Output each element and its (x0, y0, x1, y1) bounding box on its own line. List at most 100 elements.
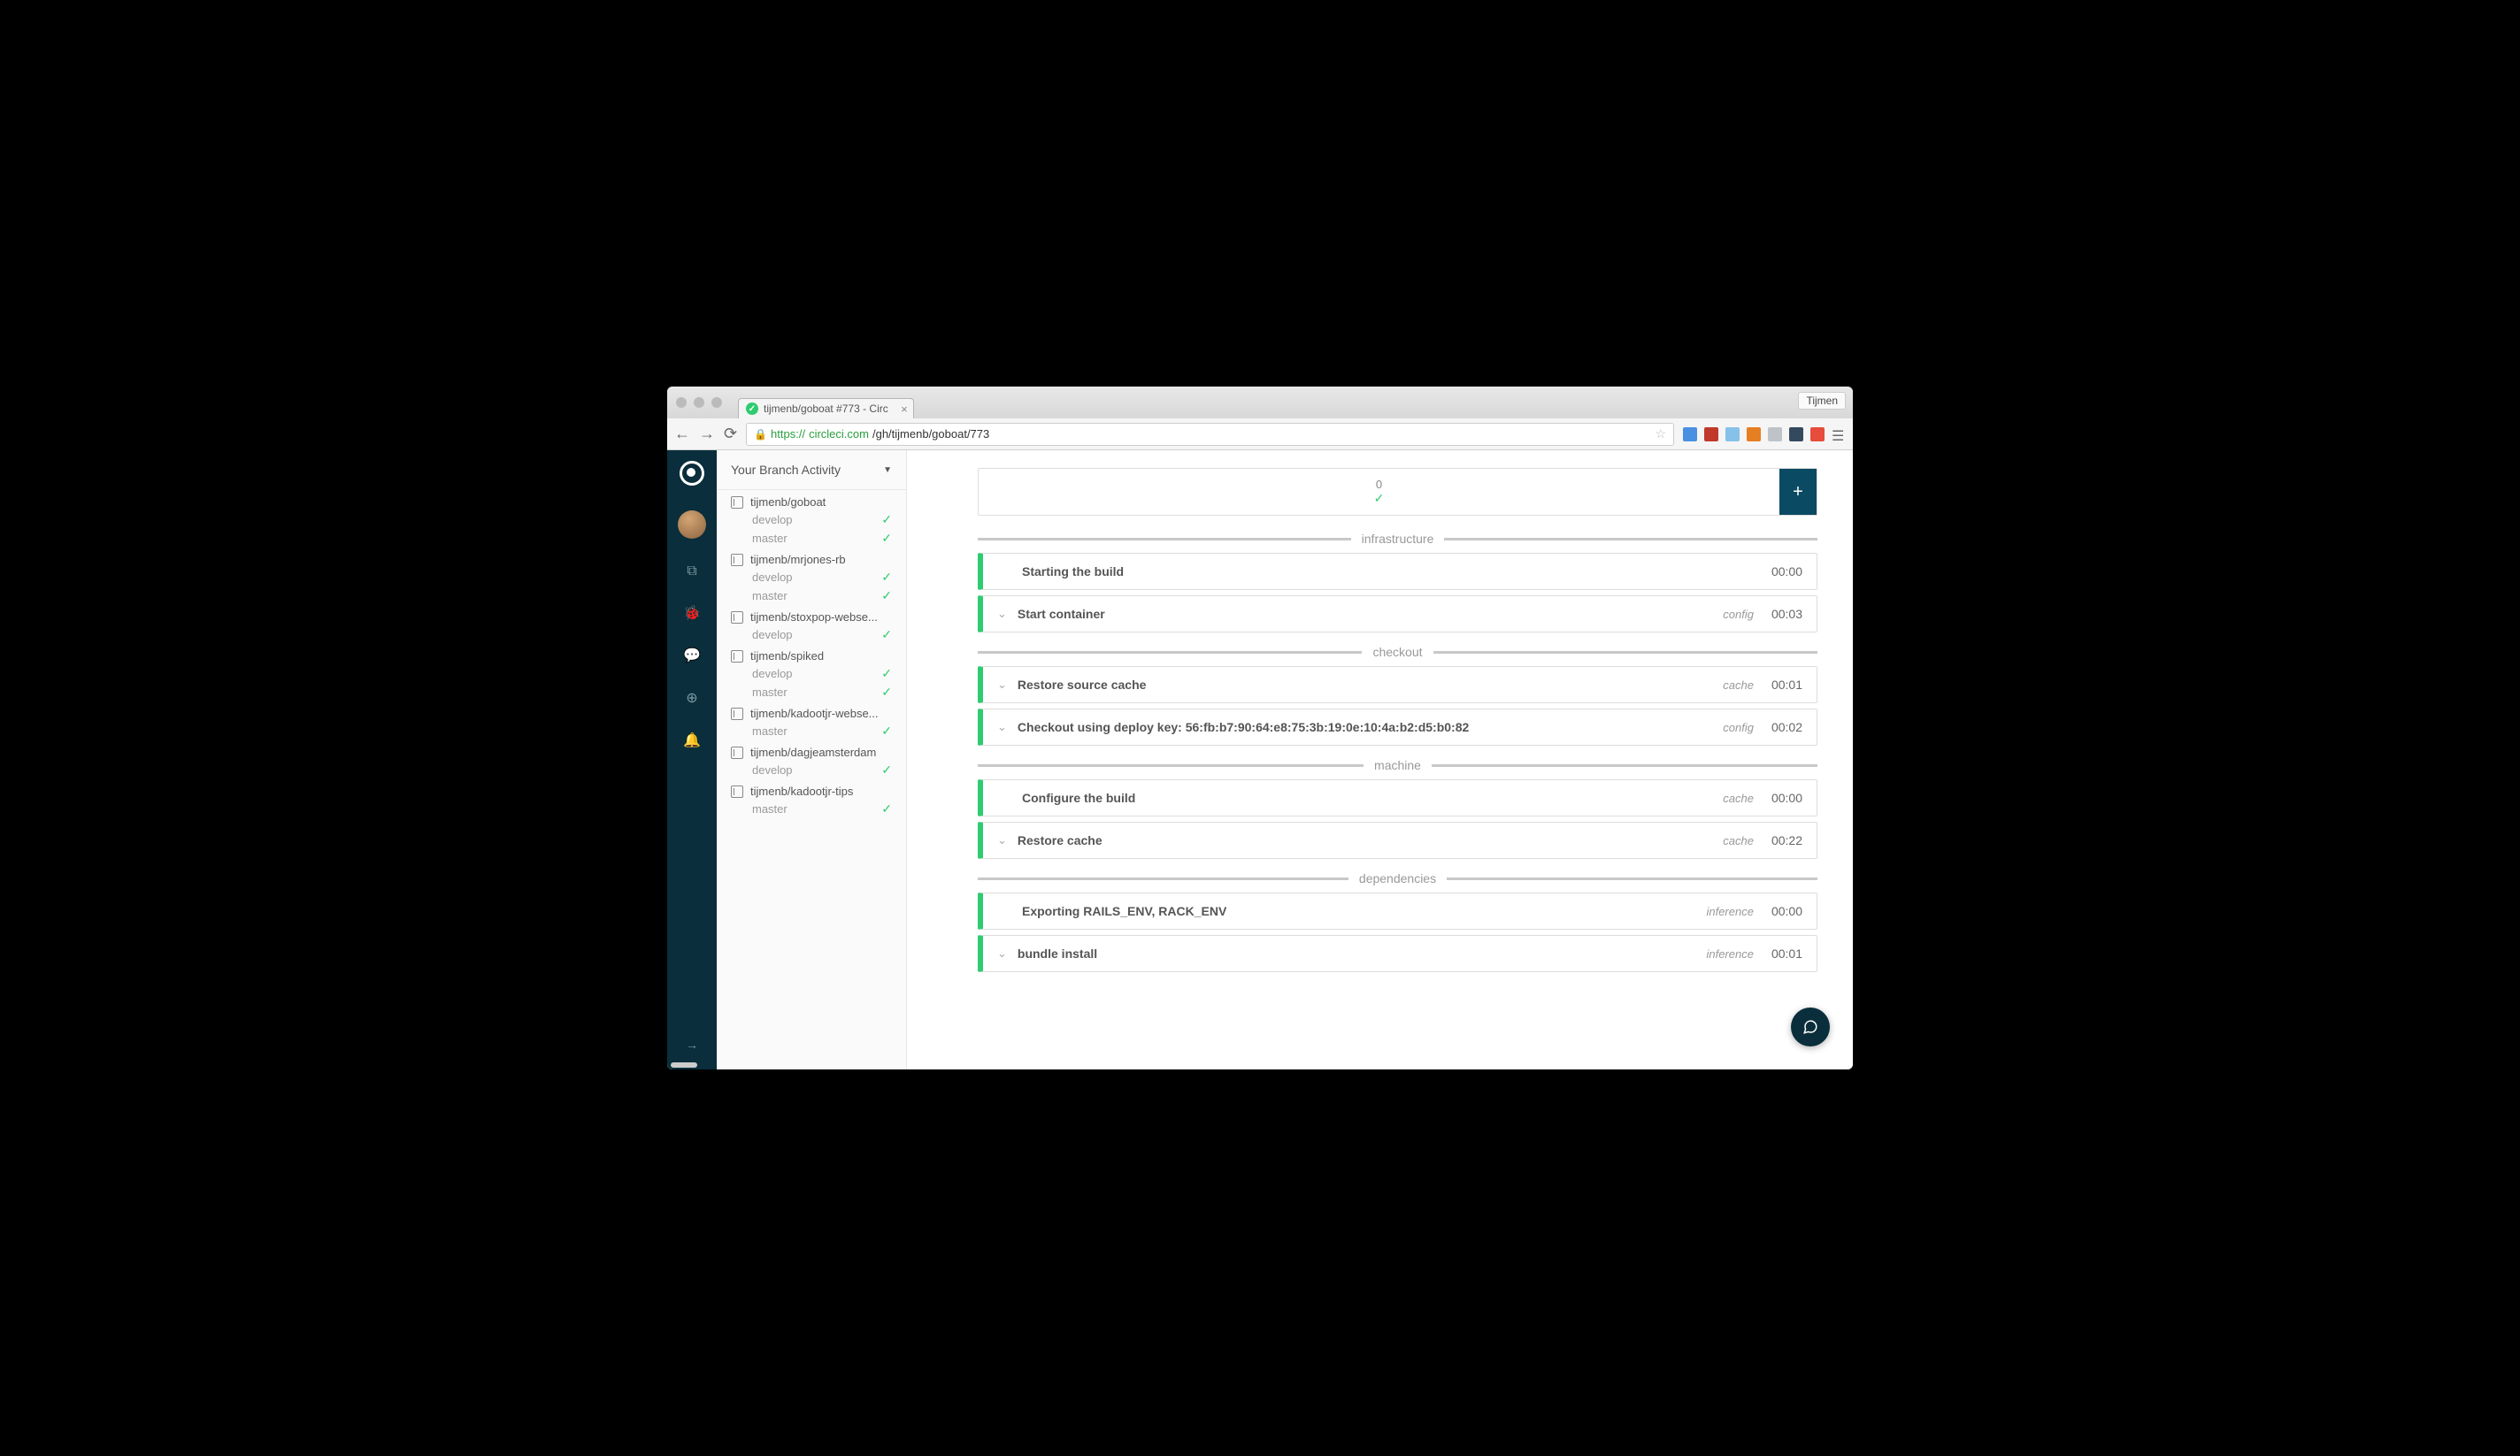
branch-item[interactable]: develop✓ (717, 510, 906, 529)
build-step[interactable]: ⌄ Restore cache cache 00:22 (978, 822, 1817, 859)
step-tag: config (1723, 721, 1754, 734)
menu-icon[interactable]: ☰ (1832, 427, 1846, 441)
help-fab-button[interactable] (1791, 1008, 1830, 1046)
step-duration: 00:01 (1771, 946, 1802, 961)
repo-item[interactable]: tijmenb/goboat (717, 490, 906, 510)
section-label: machine (1374, 758, 1421, 772)
branch-activity-dropdown[interactable]: Your Branch Activity ▼ (717, 450, 906, 490)
step-duration: 00:00 (1771, 564, 1802, 579)
repo-list: tijmenb/goboatdevelop✓master✓tijmenb/mrj… (717, 490, 906, 818)
step-duration: 00:00 (1771, 904, 1802, 918)
chat-icon[interactable]: 💬 (683, 647, 701, 664)
step-duration: 00:02 (1771, 720, 1802, 734)
step-title: bundle install (1018, 946, 1696, 961)
build-step: Configure the buildcache00:00 (978, 779, 1817, 816)
repo-item[interactable]: tijmenb/kadootjr-webse... (717, 701, 906, 722)
extension-icon[interactable] (1725, 427, 1740, 441)
repo-name: tijmenb/kadootjr-tips (750, 785, 853, 798)
profile-badge[interactable]: Tijmen (1798, 392, 1846, 410)
step-tag: cache (1723, 834, 1754, 847)
repo-item[interactable]: tijmenb/spiked (717, 644, 906, 664)
build-step[interactable]: ⌄Start containerconfig00:03 (978, 595, 1817, 632)
tab-favicon-icon: ✓ (746, 402, 758, 415)
repo-icon (731, 496, 743, 509)
traffic-minimize[interactable] (694, 397, 704, 408)
repo-name: tijmenb/dagjeamsterdam (750, 746, 876, 759)
tab-close-icon[interactable]: × (901, 402, 908, 416)
branch-item[interactable]: develop✓ (717, 568, 906, 586)
section-divider: dependencies (978, 871, 1817, 885)
tab-title: tijmenb/goboat #773 - Circ (764, 402, 888, 415)
repo-icon (731, 650, 743, 663)
repo-name: tijmenb/goboat (750, 495, 826, 509)
section-divider: checkout (978, 645, 1817, 659)
projects-icon[interactable]: ⧉ (687, 563, 696, 579)
branch-item[interactable]: master✓ (717, 529, 906, 548)
build-step[interactable]: ⌄Restore source cachecache00:01 (978, 666, 1817, 703)
repo-item[interactable]: tijmenb/stoxpop-webse... (717, 605, 906, 625)
branch-name: develop (752, 571, 793, 584)
step-title: Start container (1018, 607, 1712, 621)
branch-item[interactable]: develop✓ (717, 761, 906, 779)
build-step[interactable]: ⌄bundle installinference00:01 (978, 935, 1817, 972)
branch-item[interactable]: master✓ (717, 800, 906, 818)
horizontal-scrollbar[interactable] (671, 1062, 697, 1068)
forward-button[interactable]: → (699, 425, 715, 443)
bookmark-star-icon[interactable]: ☆ (1655, 426, 1666, 441)
step-title: Exporting RAILS_ENV, RACK_ENV (1022, 904, 1695, 918)
extension-icon[interactable] (1768, 427, 1782, 441)
repo-item[interactable]: tijmenb/dagjeamsterdam (717, 740, 906, 761)
traffic-zoom[interactable] (711, 397, 722, 408)
check-icon: ✓ (881, 666, 892, 681)
build-step: Starting the build00:00 (978, 553, 1817, 590)
step-duration: 00:22 (1771, 833, 1802, 847)
branch-item[interactable]: master✓ (717, 722, 906, 740)
expand-rail-icon[interactable]: → (686, 1038, 698, 1052)
step-tag: inference (1706, 947, 1753, 961)
extension-icon[interactable] (1704, 427, 1718, 441)
build-sections: infrastructureStarting the build00:00⌄St… (978, 532, 1817, 972)
insights-icon[interactable]: 🐞 (683, 604, 701, 622)
branch-name: master (752, 532, 788, 545)
notifications-icon[interactable]: 🔔 (683, 732, 701, 749)
section-label: checkout (1372, 645, 1422, 659)
step-title: Configure the build (1022, 791, 1712, 805)
section-divider: machine (978, 758, 1817, 772)
branch-item[interactable]: develop✓ (717, 664, 906, 683)
branch-item[interactable]: develop✓ (717, 625, 906, 644)
extension-icon[interactable] (1810, 427, 1825, 441)
check-icon: ✓ (881, 627, 892, 642)
browser-tab[interactable]: ✓ tijmenb/goboat #773 - Circ × (738, 398, 914, 418)
step-tag: cache (1723, 678, 1754, 692)
repo-icon (731, 785, 743, 798)
extension-icon[interactable] (1747, 427, 1761, 441)
reload-button[interactable]: ⟳ (724, 425, 737, 443)
step-title: Restore cache (1018, 833, 1712, 847)
branch-item[interactable]: master✓ (717, 683, 906, 701)
build-step[interactable]: ⌄Checkout using deploy key: 56:fb:b7:90:… (978, 709, 1817, 746)
branch-name: master (752, 802, 788, 816)
traffic-close[interactable] (676, 397, 687, 408)
chevron-down-icon: ⌄ (997, 833, 1007, 847)
repo-icon (731, 554, 743, 566)
address-bar[interactable]: 🔒 https://circleci.com/gh/tijmenb/goboat… (746, 423, 1674, 446)
section-label: dependencies (1359, 871, 1436, 885)
repo-icon (731, 611, 743, 624)
chevron-down-icon: ⌄ (997, 678, 1007, 692)
branch-name: develop (752, 763, 793, 777)
circleci-logo-icon[interactable] (680, 461, 704, 486)
repo-item[interactable]: tijmenb/kadootjr-tips (717, 779, 906, 800)
repo-icon (731, 747, 743, 759)
extension-icon[interactable] (1683, 427, 1697, 441)
step-duration: 00:03 (1771, 607, 1802, 621)
branch-item[interactable]: master✓ (717, 586, 906, 605)
back-button[interactable]: ← (674, 425, 690, 443)
repo-item[interactable]: tijmenb/mrjones-rb (717, 548, 906, 568)
add-container-button[interactable]: + (1779, 469, 1817, 515)
extension-icon[interactable] (1789, 427, 1803, 441)
add-icon[interactable]: ⊕ (686, 689, 697, 707)
user-avatar[interactable] (678, 510, 706, 539)
container-tab[interactable]: 0 ✓ (979, 469, 1779, 515)
content-area: ⧉ 🐞 💬 ⊕ 🔔 → Your Branch Activity ▼ tijme… (667, 450, 1853, 1069)
sidebar: Your Branch Activity ▼ tijmenb/goboatdev… (717, 450, 907, 1069)
